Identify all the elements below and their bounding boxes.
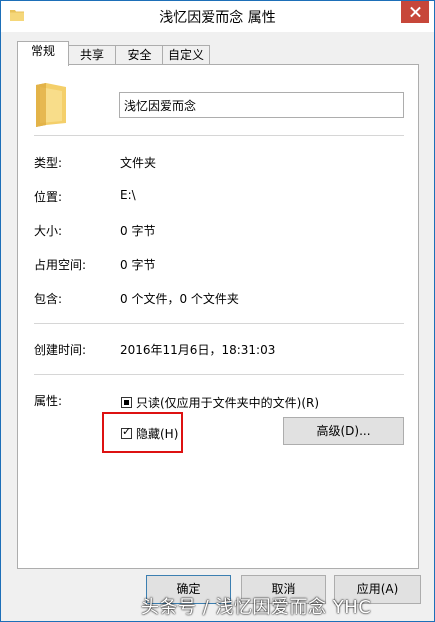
attributes-label: 属性: [34,394,63,408]
readonly-checkbox[interactable] [121,397,132,408]
tab-sharing[interactable]: 共享 [67,45,117,65]
advanced-button[interactable]: 高级(D)... [283,417,404,445]
separator [34,374,404,375]
general-panel: 浅忆因爱而念 类型: 文件夹 位置: E:\ 大小: 0 字节 占用空间: 0 … [17,64,419,569]
tab-general[interactable]: 常规 [17,41,69,66]
contains-value: 0 个文件，0 个文件夹 [120,292,239,306]
hidden-highlight-box [102,412,183,453]
size-on-disk-label: 占用空间: [34,258,87,272]
tab-security[interactable]: 安全 [115,45,164,65]
watermark: 头条号 / 浅忆因爱而念 YHC [141,597,372,618]
size-on-disk-value: 0 字节 [120,258,156,272]
type-label: 类型: [34,156,63,170]
separator [34,323,404,324]
created-value: 2016年11月6日，18:31:03 [120,343,276,357]
location-label: 位置: [34,190,63,204]
folder-name-input[interactable]: 浅忆因爱而念 [119,92,404,118]
close-icon[interactable] [401,1,429,23]
readonly-label[interactable]: 只读(仅应用于文件夹中的文件)(R) [136,394,319,411]
size-value: 0 字节 [120,224,156,238]
location-value: E:\ [120,188,136,202]
size-label: 大小: [34,224,63,238]
separator [34,135,404,136]
title-bar[interactable]: 浅忆因爱而念 属性 [1,1,434,32]
contains-label: 包含: [34,292,63,306]
created-label: 创建时间: [34,343,87,357]
properties-dialog: 浅忆因爱而念 属性 常规 共享 安全 自定义 浅忆因爱而念 类型: 文件夹 位置… [0,0,435,622]
folder-large-icon [36,83,66,127]
type-value: 文件夹 [120,156,157,170]
window-title: 浅忆因爱而念 属性 [159,10,276,26]
tab-customize[interactable]: 自定义 [162,45,210,65]
